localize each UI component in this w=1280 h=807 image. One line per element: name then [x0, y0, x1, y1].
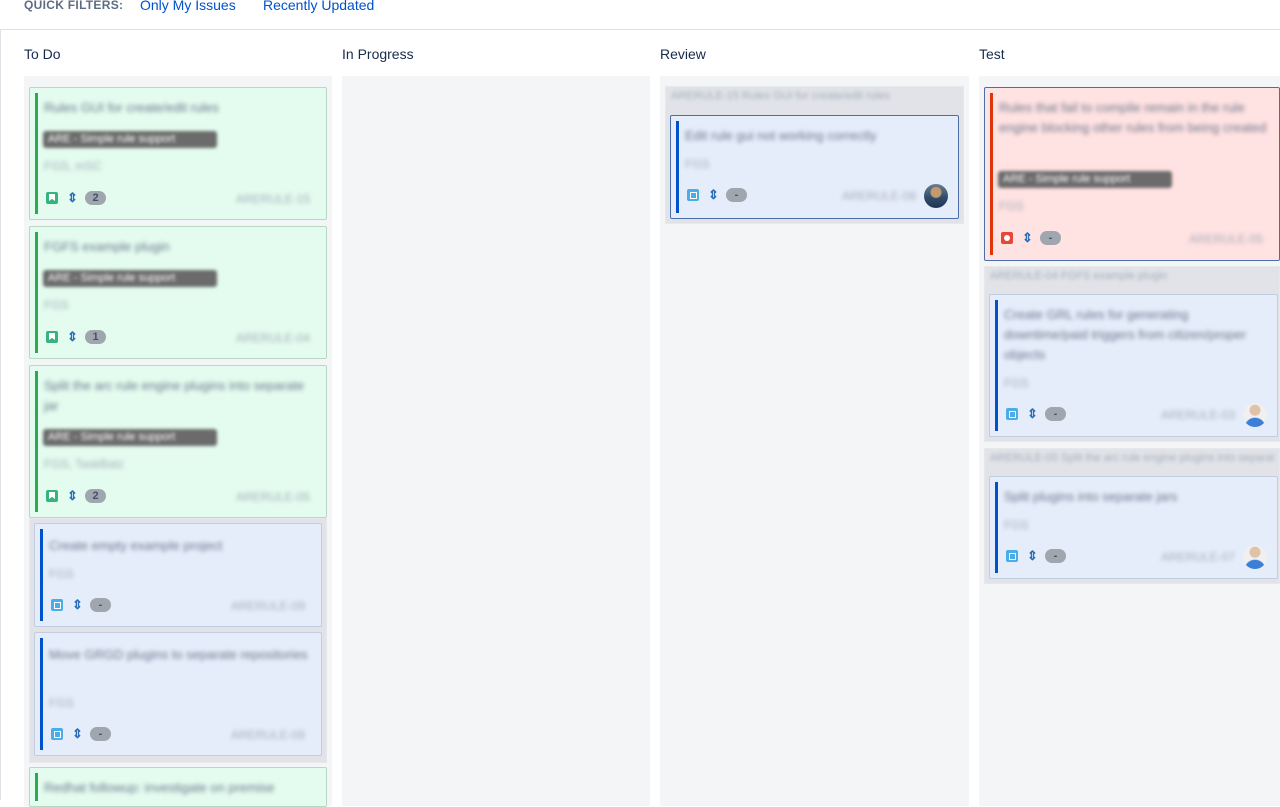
quick-filters-bar: QUICK FILTERS: Only My Issues Recently U…: [0, 0, 1280, 30]
card-summary: Create empty example project: [49, 538, 223, 553]
card-summary: FGFS example plugin: [44, 239, 170, 254]
card-labels: FGS: [49, 567, 74, 581]
priority-arrows-icon: ⇕: [72, 597, 83, 612]
parent-issue-title[interactable]: ARERULE-04 FGFS example plugin: [990, 270, 1274, 282]
epic-label: ARE - Simple rule support: [998, 171, 1172, 188]
bug-icon: [1001, 232, 1013, 244]
epic-label: ARE - Simple rule support: [43, 270, 217, 287]
priority-arrows-icon: ⇕: [1027, 548, 1038, 563]
priority-arrows-icon: ⇕: [1027, 406, 1038, 421]
issue-card[interactable]: Redhat followup: investigate on premise: [29, 767, 327, 807]
card-summary: Split plugins into separate jars: [1004, 489, 1178, 504]
subtask-icon: [1006, 550, 1018, 562]
subtask-count-badge: -: [90, 727, 111, 741]
card-summary: Move GRGD plugins to separate repositori…: [49, 647, 308, 662]
card-summary: Rules GUI for create/edit rules: [44, 100, 219, 115]
issue-card[interactable]: Edit rule gui not working correctly FGS …: [670, 115, 959, 219]
card-labels: FGS: [44, 298, 69, 312]
card-labels: FGS, TaskBatz: [44, 457, 124, 471]
parent-issue-title[interactable]: ARERULE-15 Rules GUI for create/edit rul…: [671, 90, 958, 102]
column-header-todo: To Do: [24, 46, 61, 62]
subtask-count-badge: 1: [85, 330, 106, 344]
subtask-count-badge: -: [1045, 407, 1066, 421]
board-left-border: [0, 29, 1, 800]
column-header-in-progress: In Progress: [342, 46, 414, 62]
subtask-count-badge: 2: [85, 489, 106, 503]
issue-key[interactable]: ARERULE-05: [236, 490, 310, 504]
card-labels: FGS: [1004, 376, 1029, 390]
card-color-bar: [35, 773, 38, 801]
issue-key[interactable]: ARERULE-04: [236, 331, 310, 345]
card-color-bar: [40, 529, 43, 621]
subtask-icon: [51, 728, 63, 740]
issue-key[interactable]: ARERULE-05: [1189, 232, 1263, 246]
issue-card[interactable]: FGFS example plugin ARE - Simple rule su…: [29, 226, 327, 359]
subtask-count-badge: -: [1045, 549, 1066, 563]
column-in-progress[interactable]: [342, 76, 650, 806]
epic-label: ARE - Simple rule support: [43, 429, 217, 446]
issue-card[interactable]: Create empty example project FGS ⇕ - ARE…: [34, 523, 322, 627]
story-bookmark-icon: [46, 490, 58, 502]
filter-only-my-issues[interactable]: Only My Issues: [140, 0, 236, 13]
issue-card[interactable]: Split the arc rule engine plugins into s…: [29, 365, 327, 518]
card-summary: Rules that fail to compile remain in the…: [999, 100, 1267, 135]
card-color-bar: [676, 121, 679, 213]
issue-card[interactable]: Rules GUI for create/edit rules ARE - Si…: [29, 87, 327, 220]
assignee-avatar[interactable]: [924, 184, 948, 208]
card-color-bar: [35, 232, 38, 353]
assignee-avatar[interactable]: [1243, 545, 1267, 569]
epic-label: ARE - Simple rule support: [43, 131, 217, 148]
issue-key[interactable]: ARERULE-07: [1161, 550, 1235, 564]
issue-key[interactable]: ARERULE-08: [842, 189, 916, 203]
priority-arrows-icon: ⇕: [67, 488, 78, 503]
card-labels: FGS, mSC: [44, 159, 103, 173]
issue-key[interactable]: ARERULE-03: [1161, 408, 1235, 422]
priority-arrows-icon: ⇕: [1022, 230, 1033, 245]
card-summary: Redhat followup: investigate on premise: [44, 780, 275, 795]
card-summary: Edit rule gui not working correctly: [685, 128, 877, 143]
card-labels: FGS: [1004, 518, 1029, 532]
subtask-count-badge: -: [726, 188, 747, 202]
priority-arrows-icon: ⇕: [67, 190, 78, 205]
subtask-count-badge: -: [1040, 231, 1061, 245]
subtask-icon: [687, 189, 699, 201]
priority-arrows-icon: ⇕: [67, 329, 78, 344]
column-header-review: Review: [660, 46, 706, 62]
filter-recently-updated[interactable]: Recently Updated: [263, 0, 374, 13]
story-bookmark-icon: [46, 192, 58, 204]
assignee-avatar[interactable]: [1243, 403, 1267, 427]
card-labels: FGS: [999, 199, 1024, 213]
card-summary: Create GRL rules for generating downtime…: [1004, 307, 1247, 362]
quick-filters-label: QUICK FILTERS:: [24, 0, 124, 12]
issue-key[interactable]: ARERULE-09: [231, 728, 305, 742]
priority-arrows-icon: ⇕: [708, 187, 719, 202]
issue-key[interactable]: ARERULE-15: [236, 192, 310, 206]
card-labels: FGS: [685, 157, 710, 171]
issue-card[interactable]: Create GRL rules for generating downtime…: [989, 294, 1278, 437]
card-labels: FGS: [49, 696, 74, 710]
card-color-bar: [35, 371, 38, 512]
priority-arrows-icon: ⇕: [72, 726, 83, 741]
card-color-bar: [35, 93, 38, 214]
story-bookmark-icon: [46, 331, 58, 343]
subtask-count-badge: -: [90, 598, 111, 612]
card-color-bar: [995, 300, 998, 431]
subtask-count-badge: 2: [85, 191, 106, 205]
card-summary: Split the arc rule engine plugins into s…: [44, 378, 305, 413]
issue-card[interactable]: Rules that fail to compile remain in the…: [984, 87, 1280, 261]
issue-card[interactable]: Split plugins into separate jars FGS ⇕ -…: [989, 476, 1278, 579]
issue-card[interactable]: Move GRGD plugins to separate repositori…: [34, 632, 322, 756]
card-color-bar: [995, 482, 998, 573]
card-color-bar: [40, 638, 43, 750]
card-color-bar: [990, 93, 993, 255]
parent-issue-title[interactable]: ARERULE-05 Split the arc rule engine plu…: [990, 452, 1274, 464]
subtask-icon: [51, 599, 63, 611]
issue-key[interactable]: ARERULE-09: [231, 599, 305, 613]
column-header-test: Test: [979, 46, 1005, 62]
subtask-icon: [1006, 408, 1018, 420]
